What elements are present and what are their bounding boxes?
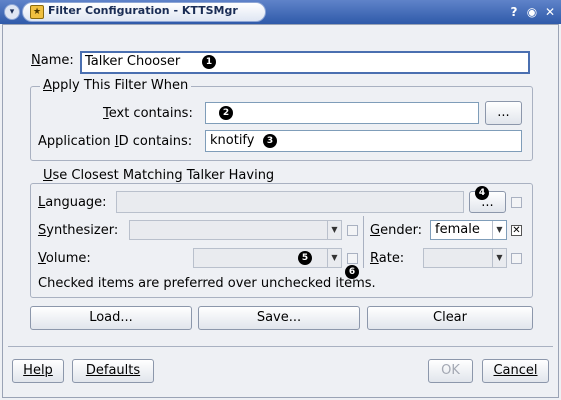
volume-checkbox[interactable] (347, 253, 358, 264)
callout-3: 3 (263, 134, 277, 148)
app-id-input[interactable]: knotify (205, 130, 522, 152)
text-contains-label: Text contains: (103, 106, 193, 121)
language-input[interactable] (116, 191, 464, 213)
chevron-down-icon: ▼ (327, 221, 341, 239)
name-label: Name: (31, 53, 74, 68)
load-button[interactable]: Load... (30, 306, 192, 330)
app-id-value: knotify (210, 133, 255, 148)
synthesizer-checkbox[interactable] (347, 225, 358, 236)
text-contains-input[interactable] (205, 102, 479, 124)
name-value: Talker Chooser (85, 54, 181, 69)
rate-label: Rate: (370, 251, 405, 266)
help-icon[interactable]: ? (506, 4, 522, 20)
gender-checkbox[interactable]: ✕ (511, 225, 522, 236)
apply-group-title: Apply This Filter When (40, 78, 192, 93)
chevron-down-icon: ▼ (492, 221, 506, 239)
language-checkbox[interactable] (511, 197, 522, 208)
clear-button[interactable]: Clear (367, 306, 533, 330)
ok-button[interactable]: OK (428, 359, 473, 383)
callout-4: 4 (475, 186, 489, 200)
app-icon: ★ (30, 5, 44, 19)
rate-checkbox[interactable] (511, 253, 522, 264)
callout-2: 2 (219, 106, 233, 120)
defaults-button-label: Defaults (85, 363, 141, 378)
volume-label: Volume: (38, 251, 91, 266)
gender-label: Gender: (370, 223, 423, 238)
volume-combo[interactable]: ▼ (193, 248, 342, 268)
synthesizer-combo[interactable]: ▼ (129, 220, 342, 240)
chevron-down-icon: ▼ (327, 249, 341, 267)
close-icon[interactable]: ✕ (542, 4, 558, 20)
callout-1: 1 (202, 55, 216, 69)
rate-combo[interactable]: ▼ (423, 248, 507, 268)
language-label: Language: (38, 195, 107, 210)
gender-value: female (435, 222, 480, 237)
gender-combo[interactable]: female ▼ (430, 220, 507, 240)
cancel-button-label: Cancel (493, 363, 538, 378)
app-id-label: Application ID contains: (38, 134, 193, 149)
window-menu-icon[interactable]: ▾ (4, 4, 20, 20)
callout-5: 5 (298, 251, 312, 265)
preference-note: Checked items are preferred over uncheck… (38, 276, 376, 291)
help-button[interactable]: Help (12, 359, 64, 383)
help-button-label: Help (23, 363, 53, 378)
window-title: Filter Configuration - KTTSMgr (48, 4, 238, 17)
text-contains-browse-button[interactable]: ... (485, 101, 522, 125)
column-divider (363, 216, 364, 268)
save-button[interactable]: Save... (198, 306, 360, 330)
defaults-button[interactable]: Defaults (72, 359, 154, 383)
chevron-down-icon: ▼ (492, 249, 506, 267)
talker-group-title: Use Closest Matching Talker Having (40, 168, 278, 183)
maximize-icon[interactable]: ◉ (524, 4, 540, 20)
name-input[interactable]: Talker Chooser (80, 51, 530, 74)
footer-separator (8, 346, 553, 347)
synthesizer-label: Synthesizer: (38, 223, 119, 238)
cancel-button[interactable]: Cancel (482, 359, 549, 383)
